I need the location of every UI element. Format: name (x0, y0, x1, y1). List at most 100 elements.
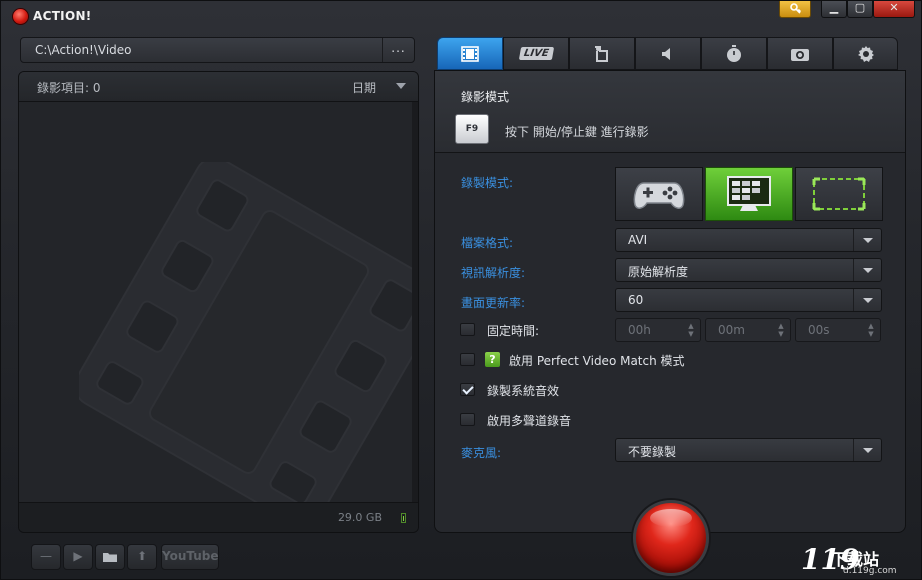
fixed-time-checkbox[interactable] (460, 323, 475, 336)
stepper-arrows-icon[interactable]: ▲ ▼ (866, 322, 876, 338)
recording-mode-group (615, 167, 883, 221)
app-logo-icon (13, 9, 28, 24)
live-icon: LIVE (518, 47, 554, 60)
microphone-label: 麥克風: (461, 446, 502, 460)
tab-audio[interactable] (635, 37, 701, 70)
hours-value: 00h (628, 323, 651, 337)
tab-region-capture[interactable] (569, 37, 635, 70)
play-icon: ▶ (73, 549, 83, 563)
film-icon (461, 45, 479, 62)
mode-header: 錄影模式 F9 按下 開始/停止鍵 進行錄影 (435, 71, 905, 153)
delete-button[interactable]: — (31, 544, 61, 570)
chevron-down-icon[interactable] (853, 229, 881, 251)
fixed-time-hours-stepper[interactable]: 00h ▲ ▼ (615, 318, 701, 342)
speaker-icon (662, 47, 670, 60)
chevron-down-icon[interactable] (853, 439, 881, 461)
list-scrollbar[interactable] (412, 102, 418, 504)
hotkey-hint: 按下 開始/停止鍵 進行錄影 (505, 125, 649, 139)
title-bar[interactable]: ACTION! ▁ ▢ ✕ (1, 1, 921, 31)
record-button[interactable] (633, 500, 709, 576)
system-audio-checkbox[interactable] (460, 383, 475, 396)
sort-dropdown-label[interactable]: 日期 (352, 79, 376, 96)
youtube-upload-button[interactable]: YouTube (161, 544, 219, 570)
close-icon: ✕ (889, 1, 899, 14)
gear-icon (857, 45, 874, 62)
desktop-mode-button[interactable] (705, 167, 793, 221)
tab-timer[interactable] (701, 37, 767, 70)
monitor-icon (727, 176, 771, 211)
minutes-value: 00m (718, 323, 745, 337)
region-icon (812, 177, 866, 211)
settings-tabs: LIVE (437, 37, 898, 70)
upload-button[interactable]: ⬆ (127, 544, 157, 570)
browse-path-button[interactable]: ... (382, 38, 414, 62)
hotkey-button[interactable]: F9 (455, 114, 489, 144)
folder-icon (103, 553, 117, 562)
region-mode-button[interactable] (795, 167, 883, 221)
framerate-label: 畫面更新率: (461, 296, 526, 310)
framerate-value: 60 (628, 293, 644, 307)
gamepad-icon (633, 182, 685, 209)
disk-level-icon (401, 513, 406, 523)
resolution-label: 視訊解析度: (461, 266, 526, 280)
recordings-list-panel: 錄影項目: 0 日期 29.0 GB (18, 71, 419, 533)
mode-title: 錄影模式 (461, 90, 510, 104)
recordings-count: 錄影項目: 0 (37, 81, 101, 95)
fixed-time-label: 固定時間: (487, 324, 540, 338)
multi-track-label: 啟用多聲道錄音 (487, 414, 572, 428)
chevron-down-icon[interactable] (853, 289, 881, 311)
app-window: ACTION! ▁ ▢ ✕ C:\Action!\Video ... 錄影項目:… (0, 0, 922, 580)
open-folder-button[interactable] (95, 544, 125, 570)
upload-arrow-icon: ⬆ (136, 549, 148, 563)
minimize-button[interactable]: ▁ (821, 1, 847, 18)
microphone-value: 不要錄製 (628, 445, 677, 459)
minus-icon: — (40, 549, 52, 563)
site-watermark-url: d.119g.com (843, 566, 897, 576)
output-path-value: C:\Action!\Video (35, 43, 132, 57)
camera-icon (791, 48, 809, 61)
app-title: ACTION! (33, 9, 92, 23)
maximize-button[interactable]: ▢ (847, 1, 873, 18)
stepper-arrows-icon[interactable]: ▲ ▼ (776, 322, 786, 338)
framerate-dropdown[interactable]: 60 (615, 288, 882, 312)
microphone-dropdown[interactable]: 不要錄製 (615, 438, 882, 462)
game-mode-button[interactable] (615, 167, 703, 221)
sort-chevron-down-icon[interactable] (396, 83, 406, 89)
maximize-icon: ▢ (854, 1, 866, 14)
output-path-field[interactable]: C:\Action!\Video ... (20, 37, 415, 63)
fixed-time-seconds-stepper[interactable]: 00s ▲ ▼ (795, 318, 881, 342)
tab-screenshot[interactable] (767, 37, 833, 70)
pvm-label: 啟用 Perfect Video Match 模式 (509, 354, 685, 368)
multi-track-checkbox[interactable] (460, 413, 475, 426)
tab-live[interactable]: LIVE (503, 37, 569, 70)
crop-icon (595, 45, 608, 62)
key-icon (790, 3, 802, 14)
seconds-value: 00s (808, 323, 830, 337)
site-watermark-logo: 119 (801, 543, 860, 576)
close-button[interactable]: ✕ (873, 1, 915, 18)
minimize-icon: ▁ (829, 1, 839, 14)
disk-free-space: 29.0 GB (337, 511, 382, 524)
list-footer: 29.0 GB (19, 502, 418, 532)
list-header: 錄影項目: 0 日期 (19, 72, 418, 102)
file-format-dropdown[interactable]: AVI (615, 228, 882, 252)
help-icon[interactable]: ? (485, 352, 500, 367)
file-format-value: AVI (628, 233, 648, 247)
film-watermark-icon (79, 162, 414, 504)
resolution-value: 原始解析度 (628, 265, 689, 279)
system-audio-label: 錄製系統音效 (487, 384, 560, 398)
file-format-label: 檔案格式: (461, 236, 514, 250)
recording-mode-label: 錄製模式: (461, 176, 514, 190)
play-button[interactable]: ▶ (63, 544, 93, 570)
chevron-down-icon[interactable] (853, 259, 881, 281)
fixed-time-minutes-stepper[interactable]: 00m ▲ ▼ (705, 318, 791, 342)
recordings-list[interactable] (19, 102, 414, 504)
tab-video[interactable] (437, 37, 503, 70)
tab-settings[interactable] (833, 37, 898, 70)
pvm-checkbox[interactable] (460, 353, 475, 366)
stepper-arrows-icon[interactable]: ▲ ▼ (686, 322, 696, 338)
resolution-dropdown[interactable]: 原始解析度 (615, 258, 882, 282)
video-settings-panel: 錄影模式 F9 按下 開始/停止鍵 進行錄影 錄製模式: 檔案格式: AVI 視… (434, 70, 906, 533)
license-key-button[interactable] (779, 1, 811, 18)
stopwatch-icon (727, 44, 741, 62)
